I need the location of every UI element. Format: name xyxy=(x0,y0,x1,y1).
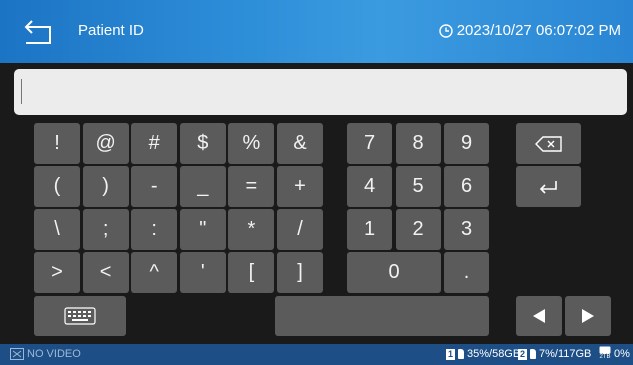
number-key[interactable]: 2 xyxy=(395,209,441,250)
status-bar: NO VIDEO 1 35%/58GB 2 7%/117GB 2TB 0% xyxy=(0,344,633,365)
symbol-key[interactable]: _ xyxy=(179,166,226,207)
number-key[interactable]: 5 xyxy=(395,166,441,207)
sd-card-icon xyxy=(458,349,464,359)
page-title: Patient ID xyxy=(78,22,144,39)
symbol-key[interactable]: ! xyxy=(34,123,80,164)
number-key[interactable]: . xyxy=(444,252,489,293)
drive1-badge: 1 xyxy=(446,348,455,360)
symbol-key[interactable]: [ xyxy=(228,252,275,293)
symbol-key[interactable]: ] xyxy=(277,252,323,293)
symbol-key[interactable]: ; xyxy=(82,209,129,250)
keyboard-icon xyxy=(64,307,96,325)
drive2-badge: 2 xyxy=(518,348,527,360)
symbol-key[interactable]: / xyxy=(277,209,323,250)
video-status-text: NO VIDEO xyxy=(27,348,81,360)
symbol-key[interactable]: @ xyxy=(82,123,129,164)
number-key[interactable]: 1 xyxy=(347,209,392,250)
symbol-key[interactable]: + xyxy=(277,166,323,207)
symbol-key[interactable]: % xyxy=(228,123,275,164)
symbol-key[interactable]: $ xyxy=(179,123,226,164)
text-caret xyxy=(21,79,22,104)
drive2-status: 2 7%/117GB xyxy=(518,348,591,360)
header-bar: Patient ID 2023/10/27 06:07:02 PM xyxy=(0,0,633,63)
sd-card-icon xyxy=(530,349,536,359)
symbol-key[interactable]: & xyxy=(277,123,323,164)
backspace-key[interactable] xyxy=(516,123,581,164)
left-arrow-icon xyxy=(533,309,545,323)
symbol-key[interactable]: - xyxy=(131,166,178,207)
symbol-key[interactable]: : xyxy=(131,209,178,250)
enter-key[interactable] xyxy=(516,166,581,207)
storage-status: 2TB 0% xyxy=(599,346,630,361)
video-status: NO VIDEO xyxy=(10,348,81,360)
drive1-usage: 35%/58GB xyxy=(467,348,521,360)
enter-icon xyxy=(539,180,557,194)
cursor-left-key[interactable] xyxy=(516,296,562,336)
no-video-icon xyxy=(10,348,24,360)
drive2-usage: 7%/117GB xyxy=(539,348,592,360)
number-key[interactable]: 6 xyxy=(444,166,489,207)
drive1-status: 1 35%/58GB xyxy=(446,348,520,360)
symbol-key[interactable]: ' xyxy=(179,252,226,293)
number-key[interactable]: 8 xyxy=(395,123,441,164)
patient-id-input[interactable] xyxy=(14,69,627,115)
symbol-key[interactable]: * xyxy=(228,209,275,250)
symbol-key[interactable]: ^ xyxy=(131,252,178,293)
symbol-key[interactable]: = xyxy=(228,166,275,207)
datetime-display: 2023/10/27 06:07:02 PM xyxy=(439,22,621,39)
symbol-key[interactable]: ) xyxy=(82,166,129,207)
symbol-key[interactable]: # xyxy=(131,123,178,164)
number-key[interactable]: 9 xyxy=(444,123,489,164)
number-key[interactable]: 7 xyxy=(347,123,392,164)
cursor-right-key[interactable] xyxy=(565,296,611,336)
symbol-key[interactable]: \ xyxy=(34,209,80,250)
datetime-text: 2023/10/27 06:07:02 PM xyxy=(456,22,621,39)
hard-drive-icon: 2TB xyxy=(599,346,611,361)
storage-usage: 0% xyxy=(614,347,630,360)
number-key[interactable]: 3 xyxy=(444,209,489,250)
backspace-icon xyxy=(534,135,562,152)
symbol-key[interactable]: " xyxy=(179,209,226,250)
right-arrow-icon xyxy=(582,309,594,323)
clock-icon xyxy=(439,23,453,38)
symbol-key[interactable]: > xyxy=(34,252,80,293)
space-key[interactable] xyxy=(275,296,489,336)
symbol-key[interactable]: ( xyxy=(34,166,80,207)
number-key[interactable]: 4 xyxy=(347,166,392,207)
storage-label: 2TB xyxy=(599,354,611,360)
back-button[interactable] xyxy=(22,17,56,47)
keyboard-toggle-key[interactable] xyxy=(34,296,126,336)
symbol-key[interactable]: < xyxy=(82,252,129,293)
number-key[interactable]: 0 xyxy=(347,252,441,293)
back-arrow-icon xyxy=(24,20,51,44)
